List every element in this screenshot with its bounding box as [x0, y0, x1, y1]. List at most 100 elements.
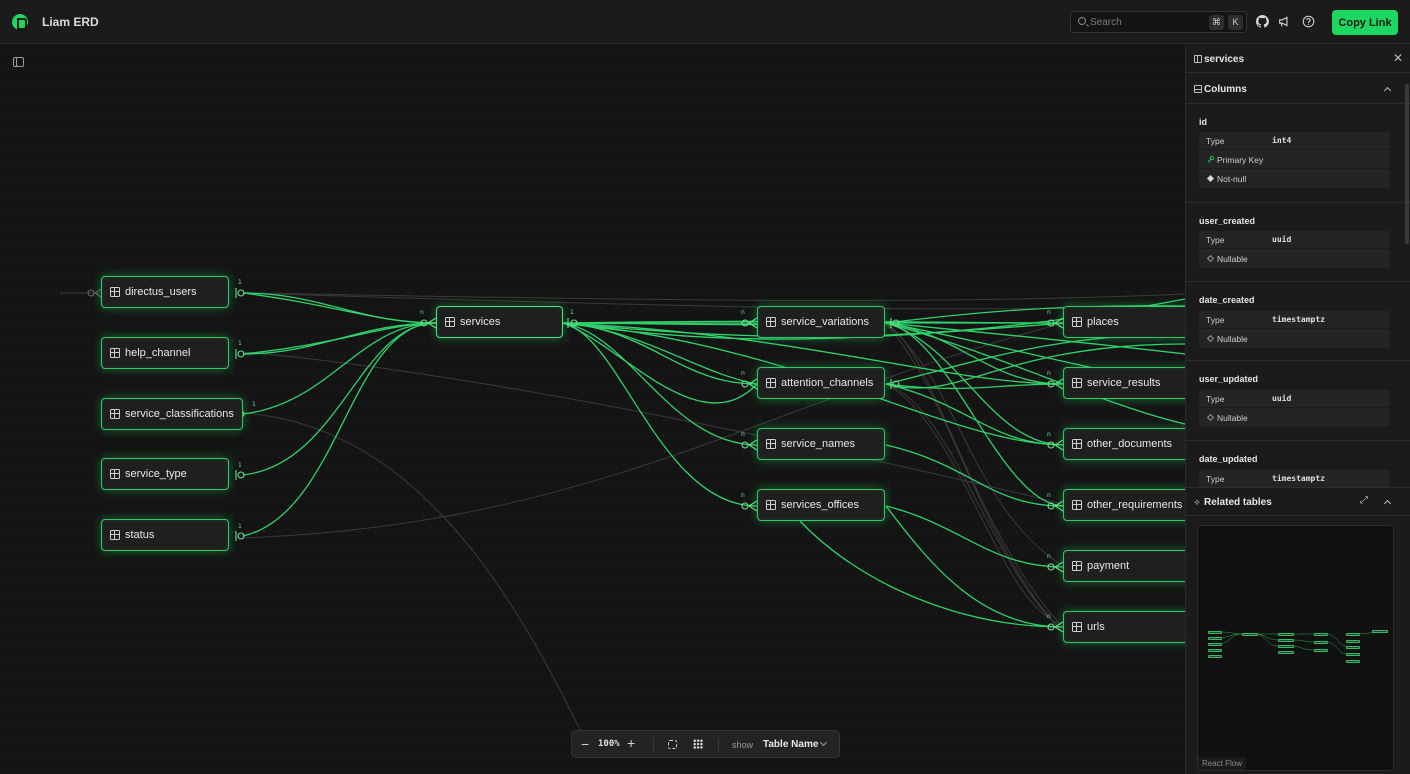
type-value: int4: [1272, 136, 1292, 145]
column-type-row: Type int4: [1199, 132, 1390, 150]
table-node-service-type[interactable]: service_type: [101, 458, 229, 490]
chevron-up-icon[interactable]: [1383, 499, 1392, 508]
cardinality-one-label: 1: [252, 401, 256, 408]
column-name: user_created: [1199, 216, 1256, 226]
search-box[interactable]: ⌘ K: [1070, 11, 1247, 33]
tidy-up-icon[interactable]: [693, 739, 703, 749]
table-icon: [1072, 439, 1082, 449]
not-null-label: Not-null: [1217, 174, 1247, 184]
github-icon[interactable]: [1256, 15, 1270, 29]
minimap-node: [1346, 660, 1360, 663]
related-tables-icon: ⟡: [1194, 497, 1200, 507]
cardinality-many-label: n: [420, 309, 424, 316]
key-icon: [1207, 156, 1214, 163]
toolbar-divider: [718, 738, 719, 752]
cardinality-many-label: n: [1047, 613, 1051, 620]
table-node-other-requirements[interactable]: other_requirements: [1063, 489, 1185, 521]
table-icon: [766, 378, 776, 388]
chevron-down-icon[interactable]: [819, 738, 828, 747]
erd-canvas[interactable]: 1 1 1 1 1 n 1 n n n n n n n n n n direct…: [0, 44, 1185, 774]
minimap-node: [1208, 655, 1222, 658]
panel-table-name: services: [1204, 54, 1245, 65]
table-node-label: directus_users: [125, 286, 197, 298]
table-icon: [110, 287, 120, 297]
app-window: Liam ERD ⌘ K Copy Link: [0, 0, 1410, 774]
table-node-attention-channels[interactable]: attention_channels: [757, 367, 885, 399]
cardinality-many-label: n: [1047, 431, 1051, 438]
table-node-service-classifications[interactable]: service_classifications: [101, 398, 243, 430]
table-icon: [1072, 622, 1082, 632]
table-icon: [1072, 561, 1082, 571]
zoom-in-button[interactable]: +: [627, 735, 635, 751]
open-external-icon[interactable]: ⤢: [1360, 495, 1368, 506]
divider: [1186, 440, 1410, 441]
megaphone-icon[interactable]: [1278, 15, 1292, 29]
cardinality-one-label: 1: [238, 523, 242, 530]
nullable-icon: [1206, 254, 1215, 263]
related-tables-header[interactable]: ⟡ Related tables ⤢: [1186, 487, 1410, 516]
column-name: user_updated: [1199, 374, 1259, 384]
nullable-label: Nullable: [1217, 254, 1248, 264]
show-mode-select[interactable]: Table Name: [763, 739, 818, 750]
table-node-places[interactable]: places: [1063, 306, 1185, 338]
nullable-label: Nullable: [1217, 334, 1248, 344]
table-node-service-variations[interactable]: service_variations: [757, 306, 885, 338]
table-node-directus-users[interactable]: directus_users: [101, 276, 229, 308]
table-node-label: services: [460, 316, 501, 328]
minimap-node: [1208, 631, 1222, 634]
search-icon: [1078, 17, 1086, 25]
column-flag-row: Nullable: [1199, 250, 1390, 268]
table-node-label: service_results: [1087, 377, 1161, 389]
columns-section-header[interactable]: Columns: [1186, 74, 1410, 104]
type-label: Type: [1206, 235, 1225, 245]
table-node-services[interactable]: services: [436, 306, 563, 338]
cardinality-one-label: 1: [238, 279, 242, 286]
toolbar-divider: [653, 738, 654, 752]
table-node-help-channel[interactable]: help_channel: [101, 337, 229, 369]
liam-logo-icon[interactable]: [12, 14, 28, 30]
type-label: Type: [1206, 474, 1225, 484]
table-node-label: help_channel: [125, 347, 191, 359]
table-node-services-offices[interactable]: services_offices: [757, 489, 885, 521]
fit-view-icon[interactable]: [668, 740, 677, 749]
chevron-up-icon[interactable]: [1383, 86, 1392, 95]
table-icon: [110, 530, 120, 540]
table-node-label: services_offices: [781, 499, 860, 511]
minimap-node: [1242, 633, 1258, 636]
react-flow-attribution[interactable]: React Flow: [1198, 757, 1247, 770]
panel-header: services ✕: [1186, 44, 1410, 73]
table-node-status[interactable]: status: [101, 519, 229, 551]
cardinality-one-label: 1: [238, 340, 242, 347]
help-icon[interactable]: [1302, 15, 1316, 29]
table-icon: [766, 439, 776, 449]
nullable-label: Nullable: [1217, 413, 1248, 423]
table-icon: [110, 409, 120, 419]
column-flag-row: Primary Key: [1199, 151, 1390, 169]
column-detail-box: Type int4 Primary Key Not-null: [1199, 132, 1390, 188]
related-tables-minimap[interactable]: React Flow: [1197, 525, 1394, 771]
table-icon: [110, 469, 120, 479]
table-icon: [1072, 378, 1082, 388]
table-node-service-results[interactable]: service_results: [1063, 367, 1185, 399]
minimap-node: [1346, 653, 1360, 656]
not-null-icon: [1206, 174, 1215, 183]
close-icon[interactable]: ✕: [1393, 51, 1403, 65]
type-label: Type: [1206, 315, 1225, 325]
divider: [1186, 281, 1410, 282]
table-node-label: status: [125, 529, 155, 541]
zoom-out-button[interactable]: −: [581, 736, 589, 752]
table-node-payment[interactable]: payment: [1063, 550, 1185, 582]
panel-scrollbar[interactable]: [1405, 84, 1409, 244]
show-label: show: [732, 740, 754, 750]
table-node-other-documents[interactable]: other_documents: [1063, 428, 1185, 460]
cardinality-one-label: 1: [238, 462, 242, 469]
copy-link-button[interactable]: Copy Link: [1332, 10, 1398, 35]
table-node-urls[interactable]: urls: [1063, 611, 1185, 643]
search-input[interactable]: [1090, 15, 1200, 29]
column-detail-box: Type timestamptz Nullable: [1199, 311, 1390, 348]
table-node-label: other_requirements: [1087, 499, 1183, 511]
table-node-service-names[interactable]: service_names: [757, 428, 885, 460]
minimap-node: [1314, 641, 1328, 644]
minimap-node: [1208, 649, 1222, 652]
cardinality-many-label: n: [741, 492, 745, 499]
